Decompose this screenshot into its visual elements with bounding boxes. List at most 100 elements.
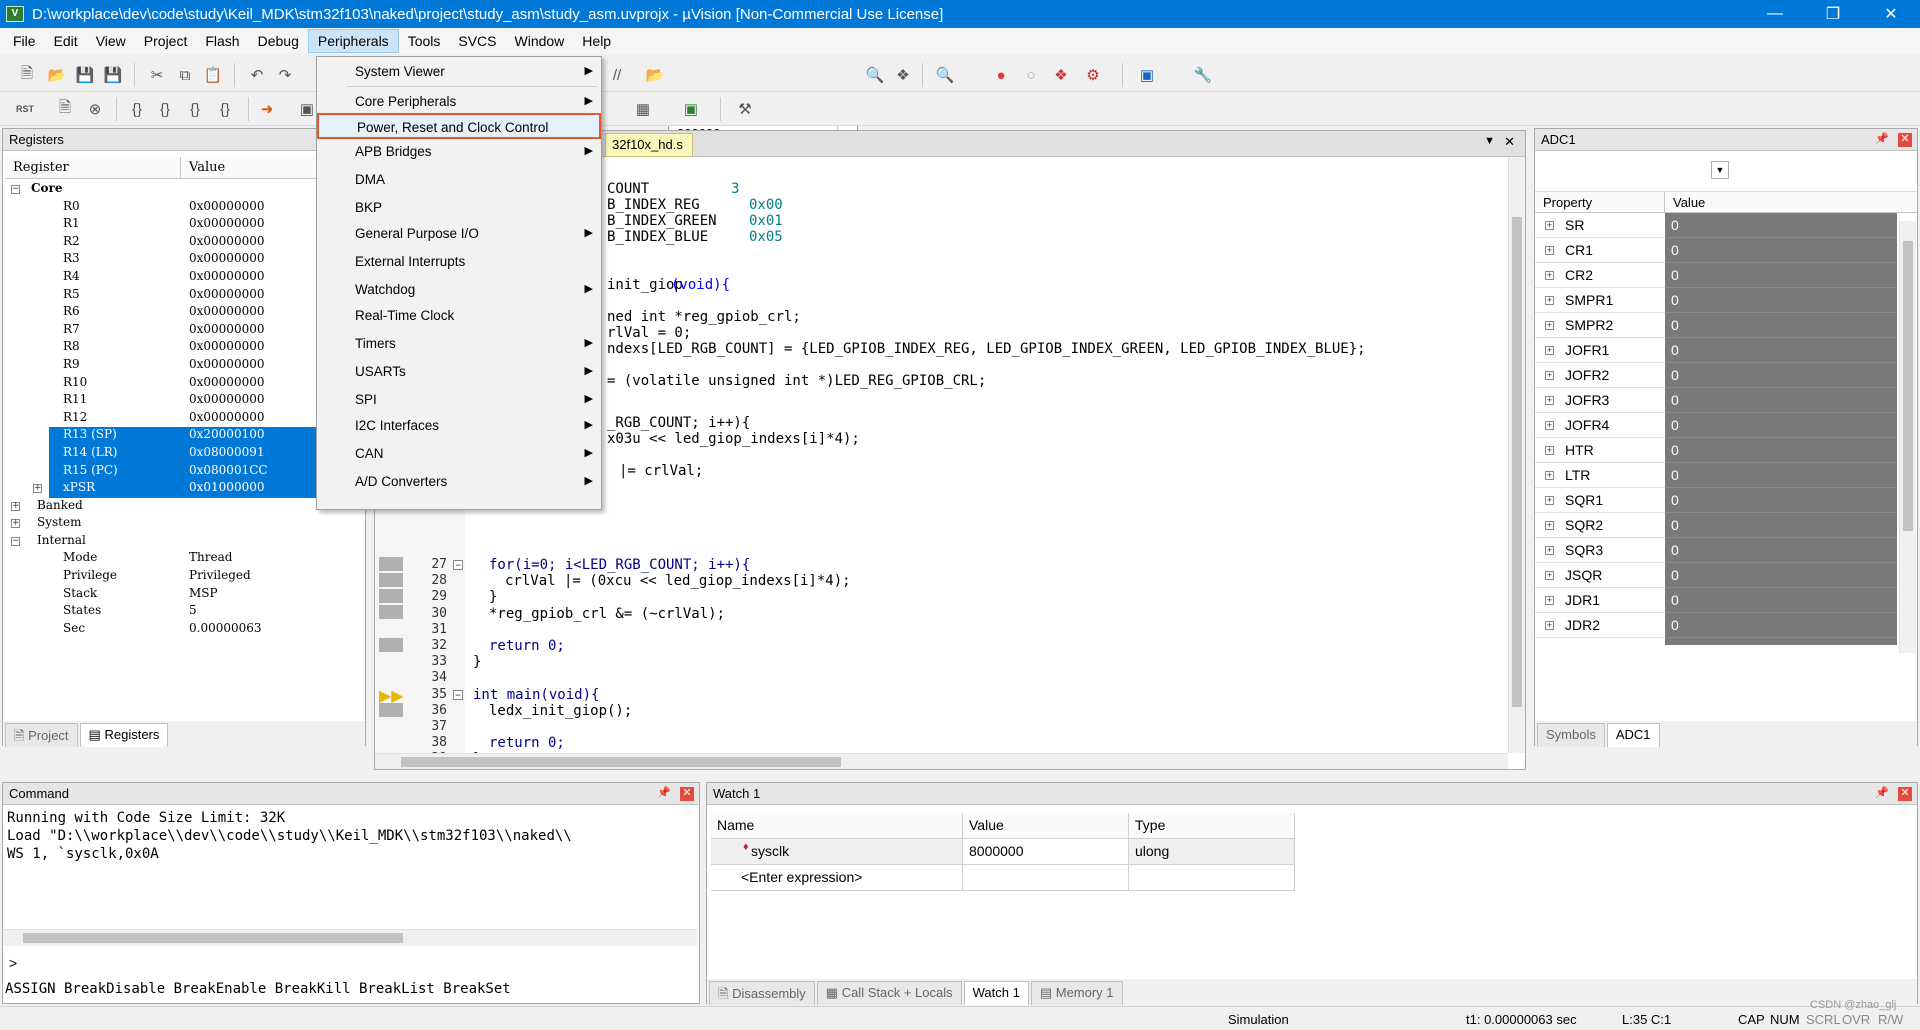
property-value[interactable]: 0 — [1665, 313, 1897, 338]
register-value[interactable]: 0x00000000 — [189, 216, 264, 230]
cut-icon[interactable]: ✂ — [146, 64, 168, 86]
register-value[interactable]: 0x00000000 — [189, 375, 264, 389]
expand-icon[interactable]: + — [1545, 296, 1554, 305]
register-value[interactable]: 0x00000000 — [189, 287, 264, 301]
register-group[interactable]: − Internal — [3, 533, 365, 551]
watch-row[interactable]: ♦ sysclk — [711, 839, 963, 865]
register-row[interactable]: Sec 0.00000063 — [3, 621, 365, 639]
expand-icon[interactable]: + — [11, 519, 20, 529]
property-value[interactable]: 0 — [1665, 488, 1897, 513]
column-register[interactable]: Register — [5, 157, 181, 178]
reset-icon[interactable]: RST — [14, 98, 36, 120]
register-row[interactable]: Stack MSP — [3, 586, 365, 604]
register-row[interactable]: R0 0x00000000 — [3, 199, 365, 217]
property-value[interactable]: 0 — [1665, 263, 1897, 288]
menu-window[interactable]: Window — [506, 30, 574, 52]
register-group-core[interactable]: − Core — [3, 181, 365, 199]
adc-property-row[interactable]: + CR2 0 — [1535, 263, 1917, 288]
expand-icon[interactable]: + — [1545, 371, 1554, 380]
expand-icon[interactable]: + — [1545, 546, 1554, 555]
adc-property-row[interactable]: + JOFR1 0 — [1535, 338, 1917, 363]
menu-item-watchdog[interactable]: Watchdog ▶ — [317, 277, 601, 303]
editor-horizontal-scrollbar[interactable] — [375, 753, 1508, 769]
adc-property-row[interactable]: + JSQR 0 — [1535, 563, 1917, 588]
property-value[interactable]: 0 — [1665, 538, 1897, 563]
property-value[interactable]: 0 — [1665, 463, 1897, 488]
register-value[interactable]: 0x00000000 — [189, 304, 264, 318]
menu-item-a-d-converters[interactable]: A/D Converters ▶ — [317, 469, 601, 495]
menu-svcs[interactable]: SVCS — [449, 30, 505, 52]
column-watch-type[interactable]: Type — [1129, 813, 1295, 839]
adc-property-row[interactable]: + JOFR2 0 — [1535, 363, 1917, 388]
menu-item-timers[interactable]: Timers ▶ — [317, 331, 601, 357]
menu-file[interactable]: File — [4, 30, 45, 52]
property-value[interactable]: 0 — [1665, 588, 1897, 613]
adc-property-row[interactable]: + JDR2 0 — [1535, 613, 1917, 638]
editor-vertical-scrollbar[interactable] — [1508, 157, 1525, 753]
register-row[interactable]: R7 0x00000000 — [3, 322, 365, 340]
register-row[interactable]: R11 0x00000000 — [3, 392, 365, 410]
register-row[interactable]: R2 0x00000000 — [3, 234, 365, 252]
property-value[interactable]: 0 — [1665, 288, 1897, 313]
menu-item-real-time-clock[interactable]: Real-Time Clock — [317, 303, 601, 329]
adc-vertical-scrollbar[interactable] — [1899, 221, 1916, 653]
expand-icon[interactable]: + — [1545, 571, 1554, 580]
adc-property-row[interactable]: +JDR3 — [1535, 638, 1917, 645]
tab-call-stack[interactable]: ▦ Call Stack + Locals — [816, 981, 962, 1005]
adc-property-row[interactable]: + SQR1 0 — [1535, 488, 1917, 513]
memory-window-icon[interactable]: ▦ — [632, 98, 654, 120]
property-value[interactable]: 0 — [1665, 388, 1897, 413]
menu-item-can[interactable]: CAN ▶ — [317, 441, 601, 467]
close-editor-icon[interactable]: ✕ — [1504, 134, 1515, 150]
menu-debug[interactable]: Debug — [249, 30, 308, 52]
menu-item-spi[interactable]: SPI ▶ — [317, 387, 601, 413]
adc-property-row[interactable]: + SQR2 0 — [1535, 513, 1917, 538]
undo-icon[interactable]: ↶ — [246, 64, 268, 86]
tab-editor-file[interactable]: 32f10x_hd.s — [605, 133, 693, 157]
register-value[interactable]: 0x00000000 — [189, 339, 264, 353]
tab-dropdown-icon[interactable]: ▼ — [1484, 135, 1495, 147]
register-value[interactable]: 0x00000000 — [189, 392, 264, 406]
expand-icon[interactable]: + — [1545, 346, 1554, 355]
incremental-find-icon[interactable]: ❖ — [892, 64, 914, 86]
tab-registers[interactable]: ▤ Registers — [79, 723, 169, 747]
property-value[interactable]: 0 — [1665, 363, 1897, 388]
adc-property-row[interactable]: + SR 0 — [1535, 213, 1917, 238]
command-horizontal-scrollbar[interactable] — [3, 929, 697, 946]
menu-item-apb-bridges[interactable]: APB Bridges ▶ — [317, 139, 601, 165]
register-row[interactable]: R12 0x00000000 — [3, 410, 365, 428]
register-row[interactable]: R5 0x00000000 — [3, 287, 365, 305]
register-value[interactable]: 0x00000000 — [189, 234, 264, 248]
menu-item-external-interrupts[interactable]: External Interrupts — [317, 249, 601, 275]
close-icon[interactable]: ✕ — [680, 787, 694, 801]
menu-item-dma[interactable]: DMA — [317, 167, 601, 193]
menu-item-system-viewer[interactable]: System Viewer ▶ — [317, 59, 601, 85]
pin-icon[interactable]: 📌 — [1875, 786, 1889, 799]
run-icon[interactable]: 🗎 — [54, 98, 76, 120]
expand-icon[interactable]: + — [1545, 446, 1554, 455]
register-value[interactable]: 0x00000000 — [189, 251, 264, 265]
register-row[interactable]: States 5 — [3, 603, 365, 621]
register-row[interactable]: R10 0x00000000 — [3, 375, 365, 393]
menu-item-core-peripherals[interactable]: Core Peripherals ▶ — [317, 89, 601, 115]
tab-adc1[interactable]: ADC1 — [1606, 723, 1660, 747]
expand-icon[interactable]: + — [1545, 271, 1554, 280]
property-value[interactable]: 0 — [1665, 563, 1897, 588]
enable-breakpoint-icon[interactable]: ○ — [1020, 64, 1042, 86]
run-to-cursor-icon[interactable]: {} — [214, 98, 236, 120]
register-row[interactable]: Mode Thread — [3, 550, 365, 568]
menu-item-general-purpose-i-o[interactable]: General Purpose I/O ▶ — [317, 221, 601, 247]
register-row[interactable]: R8 0x00000000 — [3, 339, 365, 357]
property-value[interactable]: 0 — [1665, 213, 1897, 238]
register-value[interactable]: 0x01000000 — [189, 480, 264, 494]
command-window-icon[interactable]: ▣ — [296, 98, 318, 120]
property-value[interactable]: 0 — [1665, 438, 1897, 463]
column-adc-value[interactable]: Value — [1665, 192, 1897, 212]
pin-icon[interactable]: 📌 — [657, 786, 671, 799]
menu-flash[interactable]: Flash — [196, 30, 248, 52]
enter-expression[interactable]: <Enter expression> — [711, 865, 963, 891]
collapse-icon[interactable]: − — [11, 536, 20, 546]
menu-project[interactable]: Project — [135, 30, 197, 52]
debug-session-icon[interactable]: 🔍 — [934, 64, 956, 86]
register-value[interactable]: 0x08000091 — [189, 445, 264, 459]
